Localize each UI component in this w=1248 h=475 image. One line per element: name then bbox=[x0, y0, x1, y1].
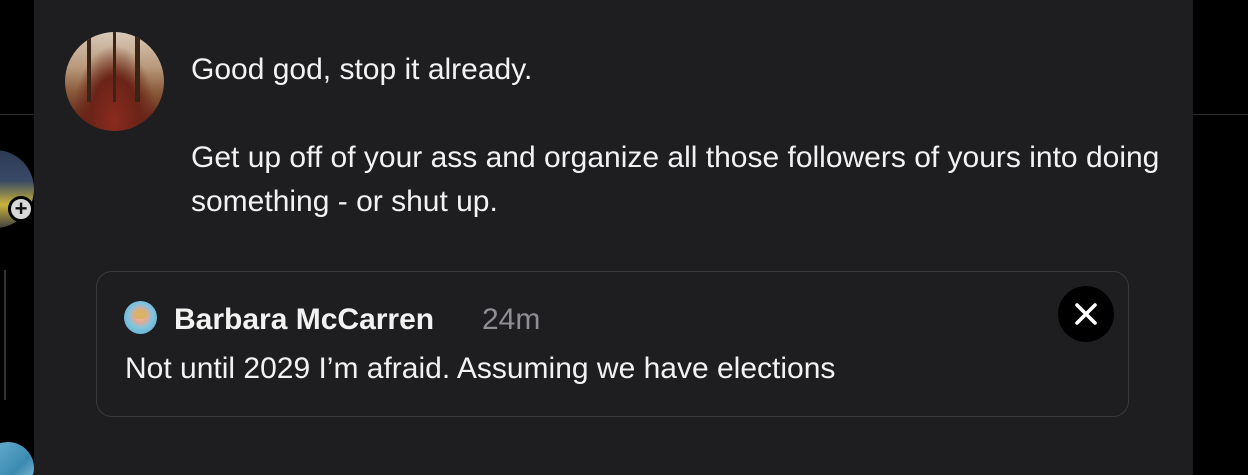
feed-thread-line bbox=[4, 270, 6, 400]
quoted-post-card[interactable]: Barbara McCarren 24m Not until 2029 I’m … bbox=[96, 271, 1129, 417]
compose-sheet: Good god, stop it already. Get up off of… bbox=[34, 0, 1193, 475]
author-avatar[interactable] bbox=[65, 32, 164, 131]
quoted-author-avatar bbox=[124, 301, 157, 334]
avatar-image-detail bbox=[135, 32, 140, 102]
feed-divider bbox=[0, 114, 34, 115]
avatar-image-detail bbox=[87, 32, 91, 102]
quoted-author-name: Barbara McCarren bbox=[174, 303, 435, 336]
quoted-post-time: 24m bbox=[482, 303, 541, 336]
quoted-post-text: Not until 2029 I’m afraid. Assuming we h… bbox=[125, 352, 836, 385]
close-icon bbox=[1075, 303, 1097, 325]
post-paragraph: Get up off of your ass and organize all … bbox=[191, 141, 1160, 218]
avatar-image-detail bbox=[134, 309, 147, 319]
feed-divider bbox=[1193, 114, 1248, 115]
screen: + Good god, stop it already. Get up off … bbox=[0, 0, 1248, 475]
avatar-image-detail bbox=[113, 32, 116, 102]
remove-quote-button[interactable] bbox=[1058, 286, 1114, 342]
follow-plus-icon[interactable]: + bbox=[8, 196, 34, 222]
post-text-editor[interactable]: Good god, stop it already. Get up off of… bbox=[191, 48, 1171, 224]
feed-avatar[interactable] bbox=[0, 442, 34, 475]
post-paragraph: Good god, stop it already. bbox=[191, 53, 533, 86]
